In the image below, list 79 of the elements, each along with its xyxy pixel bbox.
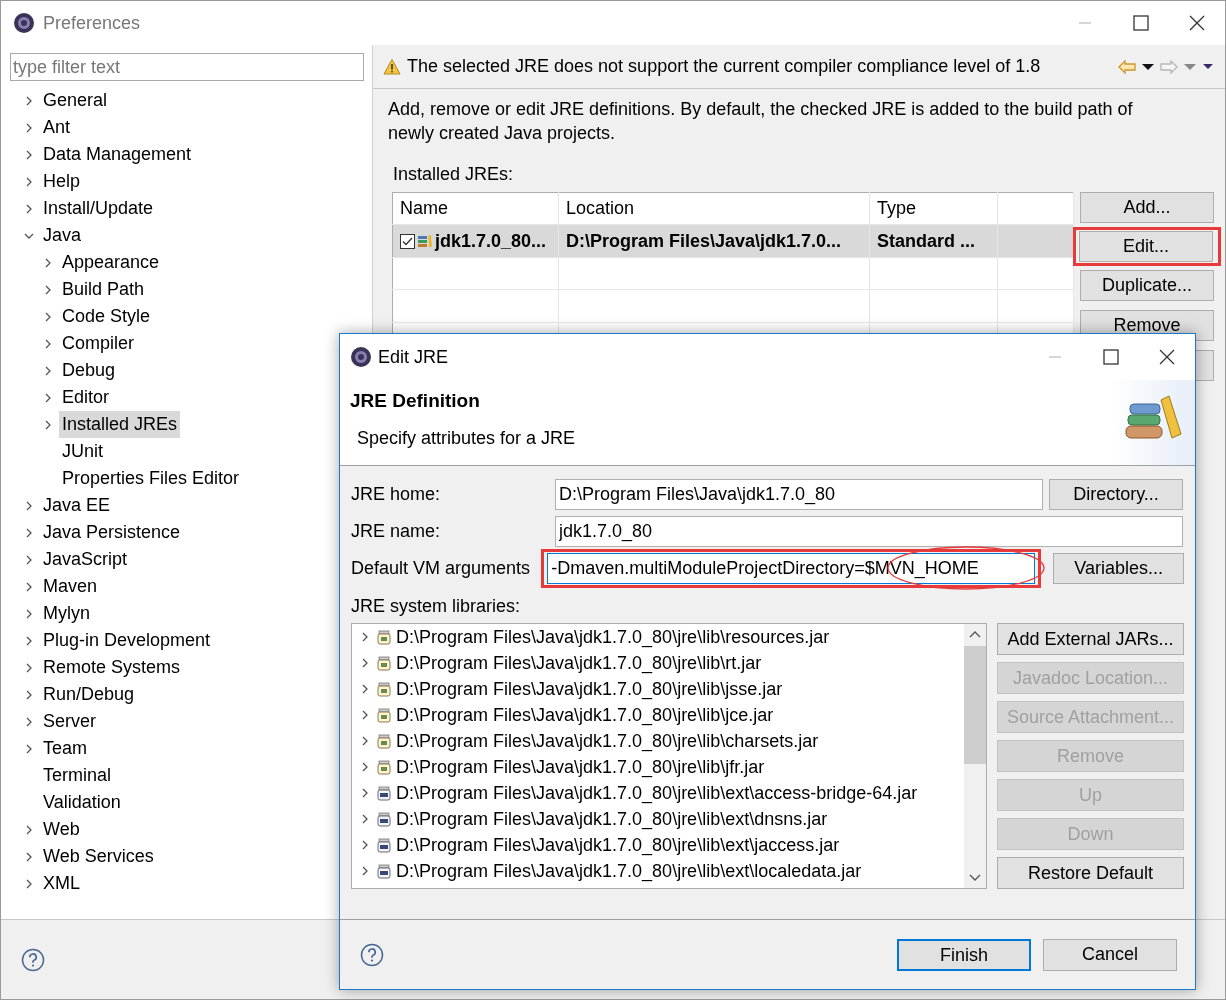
tree-item[interactable]: Java Persistence bbox=[40, 519, 184, 546]
column-header: Type bbox=[869, 192, 998, 225]
tree-item[interactable]: Installed JREs bbox=[59, 411, 181, 438]
library-button[interactable]: Restore Default bbox=[997, 857, 1184, 889]
tree-item[interactable]: Data Management bbox=[40, 141, 195, 168]
dropdown-icon[interactable] bbox=[1141, 61, 1155, 72]
library-icon bbox=[417, 233, 433, 250]
app-icon bbox=[350, 346, 372, 368]
warning-icon bbox=[383, 57, 401, 76]
tree-item[interactable]: Plug-in Development bbox=[40, 627, 214, 654]
library-button[interactable]: Add External JARs... bbox=[997, 623, 1184, 655]
tree-item[interactable]: Java EE bbox=[40, 492, 114, 519]
dialog-button[interactable]: Cancel bbox=[1043, 938, 1177, 971]
help-icon[interactable] bbox=[360, 942, 384, 967]
library-path[interactable]: D:\Program Files\Java\jdk1.7.0_80\jre\lib\jsse.jar bbox=[396, 675, 783, 703]
tree-item[interactable]: Validation bbox=[40, 789, 124, 816]
library-path[interactable]: D:\Program Files\Java\jdk1.7.0_80\jre\lib\charsets.jar bbox=[396, 727, 819, 755]
tree-item[interactable]: Java bbox=[40, 222, 85, 249]
table-cell: D:\Program Files\Java\jdk1.7.0... bbox=[558, 224, 870, 258]
field-button[interactable]: Directory... bbox=[1049, 479, 1183, 510]
field-label: JRE name: bbox=[351, 520, 442, 543]
tree-item[interactable]: Ant bbox=[40, 114, 74, 141]
tree-item[interactable]: Remote Systems bbox=[40, 654, 184, 681]
checkbox[interactable] bbox=[400, 233, 415, 249]
section-label: JRE system libraries: bbox=[351, 595, 522, 618]
field-label: JRE home: bbox=[351, 483, 442, 506]
dialog-subtitle: Specify attributes for a JRE bbox=[356, 426, 576, 450]
text-field[interactable]: D:\Program Files\Java\jdk1.7.0_80 bbox=[555, 479, 1043, 510]
library-path[interactable]: D:\Program Files\Java\jdk1.7.0_80\jre\lib\ext\localedata.jar bbox=[396, 857, 862, 885]
tree-item[interactable]: Terminal bbox=[40, 762, 115, 789]
tree-item[interactable]: Team bbox=[40, 735, 90, 762]
jre-button[interactable]: Duplicate... bbox=[1080, 270, 1214, 301]
dialog-heading: JRE Definition bbox=[350, 390, 481, 413]
view-menu-icon[interactable] bbox=[1201, 61, 1215, 72]
app-icon bbox=[13, 12, 35, 34]
dialog-button[interactable]: Finish bbox=[897, 938, 1031, 971]
library-path[interactable]: D:\Program Files\Java\jdk1.7.0_80\jre\lib\ext\dnsns.jar bbox=[396, 805, 828, 833]
window-title: Preferences bbox=[43, 11, 141, 35]
tree-item[interactable]: Build Path bbox=[59, 276, 148, 303]
description-text: Add, remove or edit JRE definitions. By default, the checked JRE is added to the build path of newly created Java projects. bbox=[387, 98, 1134, 145]
section-label: Installed JREs: bbox=[392, 163, 515, 186]
library-path[interactable]: D:\Program Files\Java\jdk1.7.0_80\jre\lib\ext\access-bridge-64.jar bbox=[396, 779, 918, 807]
dialog-title: Edit JRE bbox=[378, 345, 449, 369]
tree-item[interactable]: XML bbox=[40, 870, 83, 897]
help-icon[interactable] bbox=[21, 947, 45, 972]
library-path[interactable]: D:\Program Files\Java\jdk1.7.0_80\jre\lib\resources.jar bbox=[396, 624, 830, 651]
tree-item[interactable]: Code Style bbox=[59, 303, 154, 330]
tree-item[interactable]: JavaScript bbox=[40, 546, 131, 573]
library-path[interactable]: D:\Program Files\Java\jdk1.7.0_80\jre\lib\jce.jar bbox=[396, 701, 774, 729]
filter-field[interactable]: type filter text bbox=[10, 53, 364, 81]
table-cell: Standard ... bbox=[869, 224, 998, 258]
warning-message: The selected JRE does not support the current compiler compliance level of 1.8 bbox=[407, 55, 1041, 78]
column-header: Name bbox=[392, 192, 559, 225]
tree-item[interactable]: Editor bbox=[59, 384, 113, 411]
tree-item[interactable]: Appearance bbox=[59, 249, 163, 276]
column-header: Location bbox=[558, 192, 870, 225]
tree-item[interactable]: Mylyn bbox=[40, 600, 93, 627]
tree-item[interactable]: Help bbox=[40, 168, 84, 195]
tree-item[interactable]: Server bbox=[40, 708, 99, 735]
tree-item[interactable]: JUnit bbox=[59, 438, 106, 465]
tree-item[interactable]: Run/Debug bbox=[40, 681, 138, 708]
library-path[interactable]: D:\Program Files\Java\jdk1.7.0_80\jre\lib\ext\jaccess.jar bbox=[396, 831, 840, 859]
tree-item[interactable]: Install/Update bbox=[40, 195, 157, 222]
tree-item[interactable]: General bbox=[40, 87, 111, 114]
text-field[interactable]: jdk1.7.0_80 bbox=[555, 516, 1183, 547]
library-path[interactable]: D:\Program Files\Java\jdk1.7.0_80\jre\lib\jfr.jar bbox=[396, 753, 765, 781]
library-path[interactable]: D:\Program Files\Java\jdk1.7.0_80\jre\lib\rt.jar bbox=[396, 649, 762, 677]
table-cell-text: jdk1.7.0_80... bbox=[435, 229, 547, 253]
tree-item[interactable]: Web Services bbox=[40, 843, 157, 870]
tree-item[interactable]: Debug bbox=[59, 357, 119, 384]
scrollbar[interactable] bbox=[964, 624, 986, 888]
tree-item[interactable]: Web bbox=[40, 816, 83, 843]
tree-item[interactable]: Properties Files Editor bbox=[59, 465, 243, 492]
tree-item[interactable]: Compiler bbox=[59, 330, 138, 357]
jre-button[interactable]: Edit... bbox=[1079, 231, 1213, 262]
jre-button[interactable]: Add... bbox=[1080, 192, 1214, 223]
tree-item[interactable]: Maven bbox=[40, 573, 101, 600]
field-button[interactable]: Variables... bbox=[1053, 553, 1184, 584]
field-label: Default VM arguments bbox=[351, 557, 532, 580]
